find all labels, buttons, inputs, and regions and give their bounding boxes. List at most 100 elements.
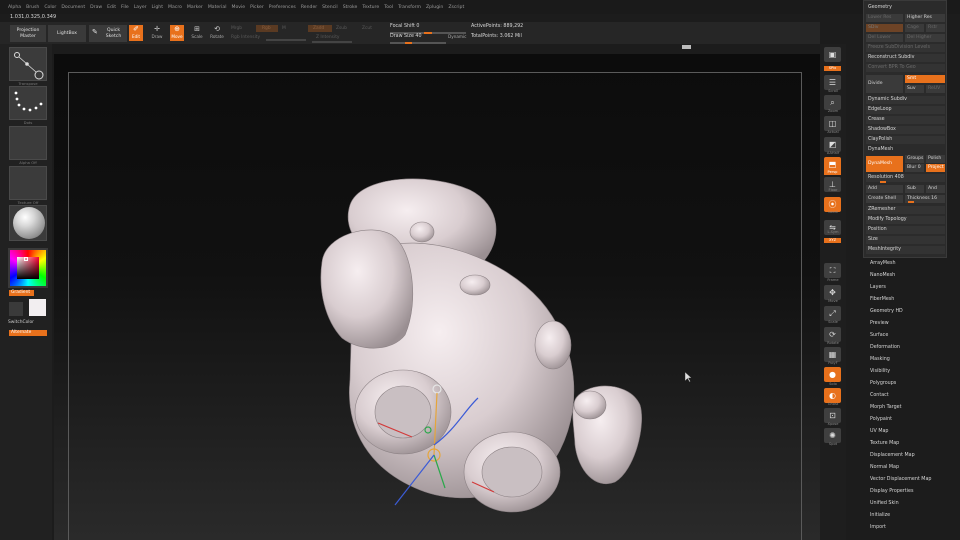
rotate-view-label: Rotate bbox=[827, 341, 839, 345]
subpalette-geometry-hd[interactable]: Geometry HD bbox=[866, 309, 948, 314]
xpose-button[interactable]: ⊡ bbox=[824, 408, 841, 423]
ghost-button[interactable]: ◐ bbox=[824, 388, 841, 403]
rstr-button[interactable]: Rstr bbox=[926, 24, 945, 32]
model-right-hole bbox=[481, 446, 543, 498]
subpalette-vector-displacement-map[interactable]: Vector Displacement Map bbox=[866, 477, 948, 482]
solo-label: Solo bbox=[829, 382, 837, 386]
polish-toggle[interactable]: Polish bbox=[926, 155, 945, 163]
claypolish-section[interactable]: ClayPolish bbox=[866, 136, 945, 144]
modify-topology-section[interactable]: Modify Topology bbox=[866, 216, 945, 224]
subpalette-contact[interactable]: Contact bbox=[866, 393, 948, 398]
subpalette-texture-map[interactable]: Texture Map bbox=[866, 441, 948, 446]
model-small-bump bbox=[409, 221, 435, 243]
ghost-label: Ghost bbox=[827, 402, 839, 406]
frame-label: Frame bbox=[827, 278, 839, 282]
reuv-toggle[interactable]: ReUV bbox=[926, 85, 945, 93]
zoom-button[interactable]: ⌕ bbox=[824, 95, 841, 110]
add-toggle[interactable]: Add bbox=[866, 185, 903, 193]
scroll-button[interactable]: ☰ bbox=[824, 75, 841, 90]
solo-icon: ● bbox=[829, 370, 836, 379]
xpose-icon: ⊡ bbox=[829, 411, 836, 420]
blur-slider[interactable]: Blur 0 bbox=[905, 164, 924, 172]
subpalette-morph-target[interactable]: Morph Target bbox=[866, 405, 948, 410]
higher-res-button[interactable]: Higher Res bbox=[905, 14, 945, 22]
lower-res-button[interactable]: Lower Res bbox=[866, 14, 903, 22]
geometry-title[interactable]: Geometry bbox=[866, 4, 945, 12]
subpalette-layers[interactable]: Layers bbox=[866, 285, 948, 290]
rotate-view-button[interactable]: ⟳ bbox=[824, 327, 841, 342]
local-icon: ⦿ bbox=[828, 200, 837, 209]
cage-button[interactable]: Cage bbox=[905, 24, 924, 32]
dynamesh-button[interactable]: DynaMesh bbox=[866, 156, 903, 172]
smt-toggle[interactable]: Smt bbox=[905, 75, 945, 83]
project-toggle[interactable]: Project bbox=[926, 164, 945, 172]
crease-section[interactable]: Crease bbox=[866, 116, 945, 124]
zremesher-section[interactable]: ZRemesher bbox=[866, 206, 945, 214]
polyf-label: PolyF bbox=[828, 361, 838, 365]
subpalette-masking[interactable]: Masking bbox=[866, 357, 948, 362]
subpalette-import[interactable]: Import bbox=[866, 525, 948, 530]
thickness-handle[interactable] bbox=[908, 201, 914, 203]
edgeloop-section[interactable]: EdgeLoop bbox=[866, 106, 945, 114]
lsym-label: L.Sym bbox=[827, 230, 839, 234]
divide-button[interactable]: Divide bbox=[866, 75, 903, 93]
resolution-handle[interactable] bbox=[880, 181, 886, 183]
dynamesh-section[interactable]: DynaMesh bbox=[866, 146, 945, 154]
aahalf-label: AAHalf bbox=[826, 151, 840, 155]
spix-icon: ▣ bbox=[828, 50, 837, 59]
sculpt-model[interactable] bbox=[320, 178, 642, 513]
aahalf-button[interactable]: ◩ bbox=[824, 137, 841, 152]
subpalette-preview[interactable]: Preview bbox=[866, 321, 948, 326]
size-section[interactable]: Size bbox=[866, 236, 945, 244]
sdiv-slider[interactable]: SDiv bbox=[866, 24, 903, 32]
subpalette-nanomesh[interactable]: NanoMesh bbox=[866, 273, 948, 278]
subpalette-deformation[interactable]: Deformation bbox=[866, 345, 948, 350]
meshintegrity-section[interactable]: MeshIntegrity bbox=[866, 246, 945, 254]
polyf-button[interactable]: ▦ bbox=[824, 347, 841, 362]
shadowbox-section[interactable]: ShadowBox bbox=[866, 126, 945, 134]
groups-toggle[interactable]: Groups bbox=[905, 155, 924, 163]
subpalette-surface[interactable]: Surface bbox=[866, 333, 948, 338]
spix-label: SPix bbox=[824, 66, 841, 71]
zoom-label: Zoom bbox=[827, 109, 839, 113]
dynamic-subdiv-section[interactable]: Dynamic Subdiv bbox=[866, 96, 945, 104]
subpalette-uv-map[interactable]: UV Map bbox=[866, 429, 948, 434]
subpalette-unified-skin[interactable]: Unified Skin bbox=[866, 501, 948, 506]
model-top-bump bbox=[459, 274, 491, 296]
convert-bpr-button[interactable]: Convert BPR To Geo bbox=[866, 64, 945, 72]
subpalette-display-properties[interactable]: Display Properties bbox=[866, 489, 948, 494]
create-shell-button[interactable]: Create Shell bbox=[866, 195, 903, 203]
scale-view-icon: ⤢ bbox=[829, 309, 836, 318]
scroll-label: Scroll bbox=[828, 89, 838, 93]
xpose-label: Xpose bbox=[827, 422, 839, 426]
sub-toggle[interactable]: Sub bbox=[905, 185, 924, 193]
subpalette-fibermesh[interactable]: FiberMesh bbox=[866, 297, 948, 302]
del-lower-button[interactable]: Del Lower bbox=[866, 34, 903, 42]
xyz-toggle[interactable]: XYZ bbox=[824, 238, 841, 243]
reconstruct-subdiv-button[interactable]: Reconstruct Subdiv bbox=[866, 54, 945, 62]
suv-toggle[interactable]: Suv bbox=[905, 85, 924, 93]
del-higher-button[interactable]: Del Higher bbox=[905, 34, 945, 42]
subpalette-visibility[interactable]: Visibility bbox=[866, 369, 948, 374]
move-view-button[interactable]: ✥ bbox=[824, 285, 841, 300]
local-label: Local bbox=[828, 210, 838, 214]
subpalette-initialize[interactable]: Initialize bbox=[866, 513, 948, 518]
aahalf-icon: ◩ bbox=[828, 140, 837, 149]
subpalette-normal-map[interactable]: Normal Map bbox=[866, 465, 948, 470]
spotlight-button[interactable]: ✺ bbox=[824, 428, 841, 443]
subpalette-polygroups[interactable]: Polygroups bbox=[866, 381, 948, 386]
solo-button[interactable]: ● bbox=[824, 367, 841, 382]
actual-button[interactable]: ◫ bbox=[824, 116, 841, 131]
polyf-icon: ▦ bbox=[828, 350, 837, 359]
position-section[interactable]: Position bbox=[866, 226, 945, 234]
subpalette-polypaint[interactable]: Polypaint bbox=[866, 417, 948, 422]
subpalette-arraymesh[interactable]: ArrayMesh bbox=[866, 261, 948, 266]
frame-button[interactable]: ⛶ bbox=[824, 263, 841, 278]
freeze-subdivision-button[interactable]: Freeze SubDivision Levels bbox=[866, 44, 945, 52]
resolution-slider[interactable]: Resolution 408 bbox=[866, 174, 945, 182]
spix-button[interactable]: ▣ bbox=[824, 47, 841, 62]
scale-view-button[interactable]: ⤢ bbox=[824, 306, 841, 321]
and-toggle[interactable]: And bbox=[926, 185, 945, 193]
floor-label: Floor bbox=[828, 188, 838, 192]
subpalette-displacement-map[interactable]: Displacement Map bbox=[866, 453, 948, 458]
